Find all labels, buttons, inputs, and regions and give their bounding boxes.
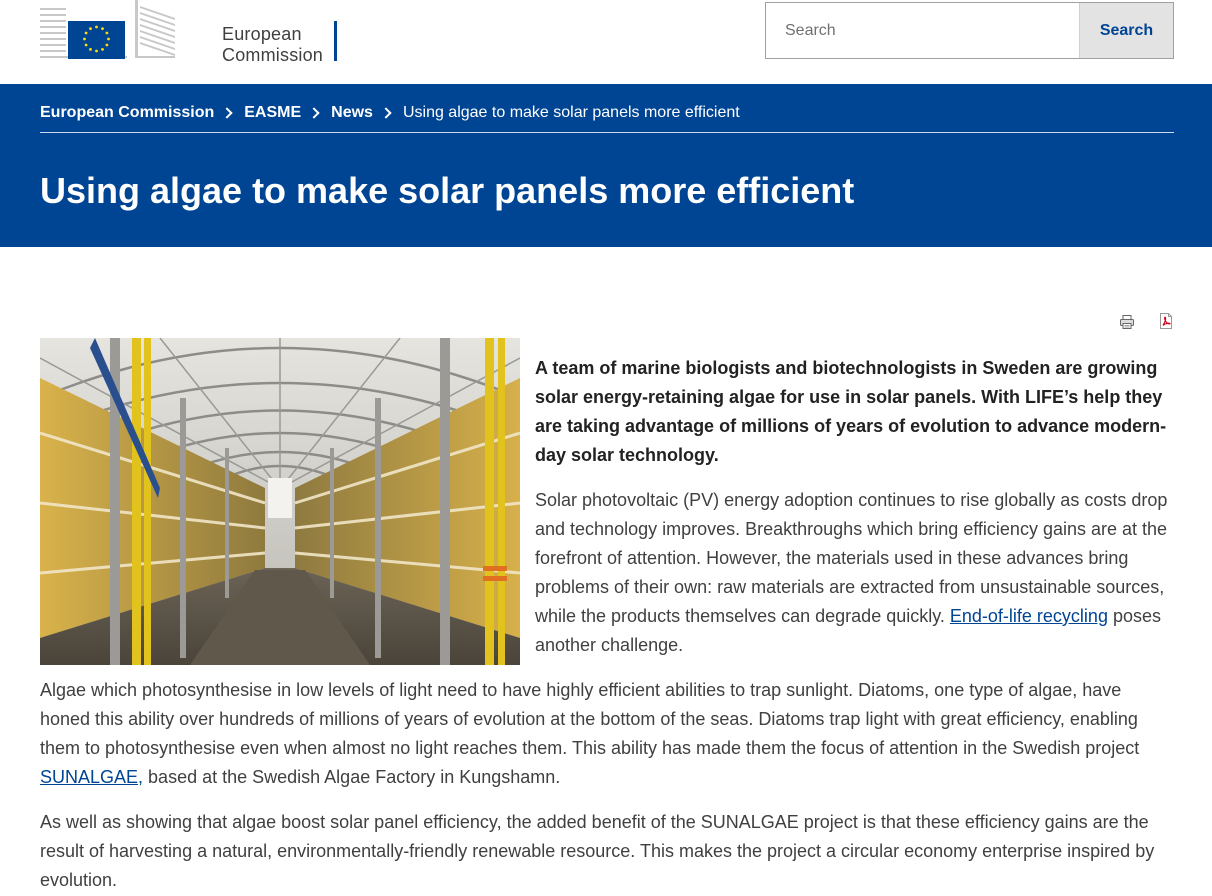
article-body: A team of marine biologists and biotechn… (40, 338, 1174, 896)
page-title: Using algae to make solar panels more ef… (40, 170, 855, 211)
end-of-life-recycling-link[interactable]: End-of-life recycling (950, 606, 1108, 626)
pdf-icon-graphic (1160, 313, 1172, 329)
paragraph-text: based at the Swedish Algae Factory in Ku… (143, 767, 561, 787)
logo-divider (334, 21, 337, 61)
article-paragraph-3: As well as showing that algae boost sola… (40, 812, 1155, 890)
search-input[interactable] (766, 3, 1079, 58)
paragraph-text: Algae which photosynthesise in low level… (40, 680, 1140, 758)
pdf-icon[interactable] (1158, 313, 1174, 329)
algae-greenhouse-photo (40, 338, 520, 665)
logo-text: European Commission (222, 24, 323, 66)
logo-line-commission: Commission (222, 45, 324, 65)
breadcrumb-item-news[interactable]: News (331, 104, 373, 122)
printer-icon-graphic (1120, 315, 1134, 329)
search-button[interactable]: Search (1079, 3, 1173, 58)
breadcrumb-item-european-commission[interactable]: European Commission (40, 104, 214, 122)
breadcrumb: European Commission EASME News Using alg… (40, 103, 740, 123)
breadcrumb-item-easme[interactable]: EASME (244, 104, 301, 122)
chevron-right-icon (380, 107, 392, 119)
sunalgae-link[interactable]: SUNALGAE, (40, 767, 143, 787)
european-commission-logo[interactable]: European Commission (40, 0, 337, 65)
breadcrumb-item-current: Using algae to make solar panels more ef… (402, 104, 740, 121)
chevron-right-icon (221, 107, 233, 119)
article-paragraph-2: Algae which photosynthesise in low level… (40, 676, 1174, 792)
printer-icon[interactable] (1119, 314, 1135, 330)
site-header: European Commission Search (0, 0, 1212, 84)
search-form: Search (765, 2, 1174, 59)
breadcrumb-divider (40, 132, 1174, 133)
page-header-banner: European Commission EASME News Using alg… (0, 84, 1212, 247)
logo-line-european: European (222, 24, 302, 44)
chevron-right-icon (308, 107, 320, 119)
page-tools (1117, 312, 1177, 330)
